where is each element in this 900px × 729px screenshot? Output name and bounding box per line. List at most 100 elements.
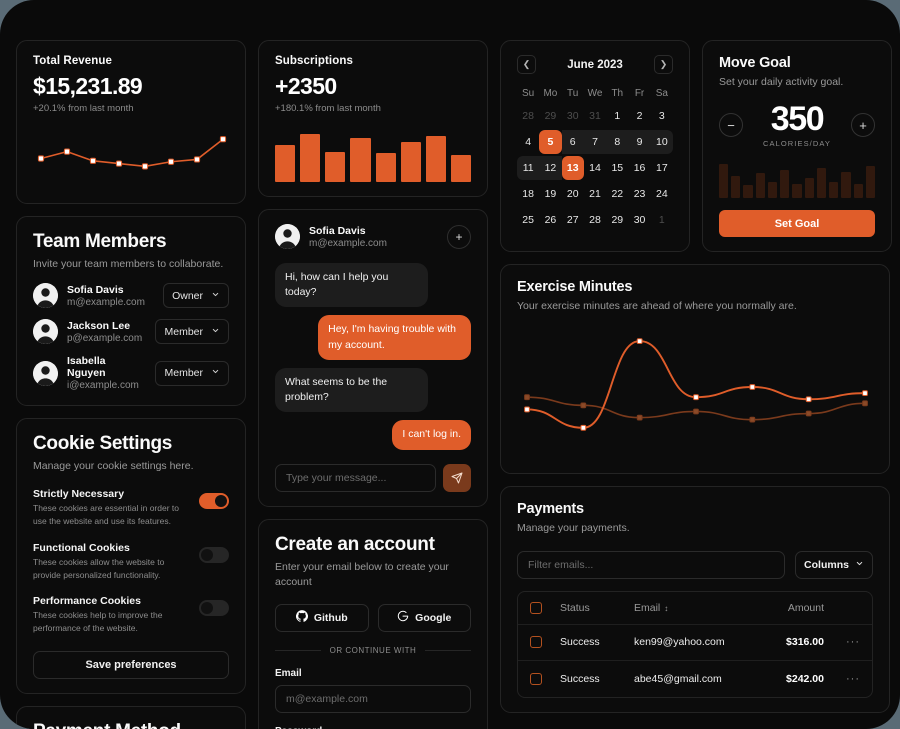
calendar-day[interactable]: 2 (628, 104, 650, 128)
total-revenue-delta: +20.1% from last month (33, 103, 134, 114)
calendar-day[interactable]: 27 (562, 208, 584, 232)
subscriptions-card: Subscriptions +2350 +180.1% from last mo… (258, 40, 488, 197)
calendar-day[interactable]: 13 (561, 156, 584, 180)
toggle-knob (201, 548, 213, 561)
increment-goal-button[interactable]: + (850, 113, 875, 138)
total-revenue-title: Total Revenue (33, 55, 113, 67)
columns-dropdown-button[interactable]: Columns (795, 550, 873, 579)
calendar-day[interactable]: 5 (539, 130, 562, 154)
table-row[interactable]: Success ken99@yahoo.com $316.00 ··· (518, 625, 872, 661)
calendar-day[interactable]: 20 (562, 182, 584, 206)
create-account-subtitle: Enter your email below to create your ac… (275, 560, 449, 588)
select-all-checkbox[interactable] (530, 601, 542, 614)
calendar-day[interactable]: 22 (606, 182, 628, 206)
calendar-day[interactable]: 29 (539, 104, 561, 128)
role-dropdown[interactable]: Owner (163, 283, 229, 309)
cookie-toggle[interactable] (199, 546, 229, 563)
calendar-day[interactable]: 24 (651, 182, 673, 206)
chat-card: Sofia Davis m@example.com + Hi, how can … (258, 209, 488, 507)
cookie-option-name: Strictly Necessary (33, 488, 125, 501)
role-dropdown[interactable]: Member (155, 360, 229, 386)
calendar-day[interactable]: 1 (606, 104, 628, 128)
cell-amount: $316.00 (786, 636, 824, 649)
chevron-right-icon[interactable]: ❯ (654, 55, 673, 74)
row-actions-button[interactable]: ··· (824, 636, 860, 648)
calendar-day[interactable]: 30 (562, 104, 584, 128)
bar (792, 183, 802, 199)
calendar-day[interactable]: 29 (606, 208, 628, 232)
calendar-day[interactable]: 31 (584, 104, 606, 128)
chevron-down-icon (211, 367, 220, 379)
move-goal-value: 350 (770, 100, 825, 139)
move-goal-card: Move Goal Set your daily activity goal. … (702, 40, 892, 253)
github-signin-button[interactable]: Github (275, 603, 369, 632)
cookie-option-row: Strictly Necessary These cookies are esse… (33, 488, 229, 528)
calendar-day[interactable]: 9 (628, 130, 651, 154)
calendar-day[interactable]: 4 (517, 130, 539, 154)
calendar-day[interactable]: 17 (651, 156, 673, 180)
team-members-list: Sofia Davis m@example.com Owner Jackson Lee… (33, 283, 229, 391)
cookie-toggle[interactable] (199, 493, 229, 510)
calendar-weekday: Th (611, 88, 624, 99)
calendar-day[interactable]: 7 (583, 130, 607, 154)
toggle-knob (201, 602, 213, 615)
calendar-day-grid: 28 29 30 31 1 2 3 4 5 6 7 8 9 10 11 12 13 14 15 16 17 18 19 20 2… (517, 104, 673, 232)
column-middle: Subscriptions +2350 +180.1% from last mo… (258, 40, 488, 729)
cookie-settings-card: Cookie Settings Manage your cookie setti… (16, 418, 246, 694)
right-top-row: ❮ June 2023 ❯ Su Mo Tu We Th Fr Sa 28 29 30 31 1 2 3… (500, 40, 892, 253)
row-actions-button[interactable]: ··· (824, 673, 860, 685)
calendar-day[interactable]: 26 (539, 208, 561, 232)
table-row[interactable]: Success abe45@gmail.com $242.00 ··· (518, 661, 872, 697)
calendar-day[interactable]: 28 (584, 208, 606, 232)
google-signin-button[interactable]: Google (377, 603, 471, 632)
calendar-day[interactable]: 23 (628, 182, 650, 206)
calendar-day[interactable]: 21 (584, 182, 606, 206)
subscriptions-delta: +180.1% from last month (275, 103, 381, 114)
role-dropdown[interactable]: Member (155, 319, 229, 345)
filter-emails-input[interactable] (517, 550, 785, 579)
chat-message: I can't log in. (392, 420, 471, 450)
calendar-day[interactable]: 19 (539, 182, 561, 206)
bar (816, 167, 827, 199)
calendar-day[interactable]: 16 (628, 156, 650, 180)
header-email[interactable]: Email ↕ (634, 602, 732, 614)
set-goal-button[interactable]: Set Goal (719, 210, 875, 238)
chevron-left-icon[interactable]: ❮ (517, 55, 536, 74)
send-icon[interactable] (443, 463, 471, 492)
row-checkbox[interactable] (530, 636, 542, 649)
calendar-day[interactable]: 18 (517, 182, 539, 206)
calendar-day[interactable]: 12 (539, 156, 562, 180)
calendar-day[interactable]: 25 (517, 208, 539, 232)
decrement-goal-button[interactable]: − (719, 113, 743, 138)
calendar-day[interactable]: 14 (584, 156, 606, 180)
payments-controls: Columns (517, 550, 873, 579)
role-label: Member (164, 325, 203, 338)
team-member-name: Sofia Davis (67, 283, 124, 296)
divider-line-left (275, 649, 321, 651)
calendar-day[interactable]: 28 (517, 104, 539, 128)
cell-amount: $242.00 (786, 672, 824, 685)
calendar-day[interactable]: 30 (628, 208, 650, 232)
google-label: Google (415, 611, 452, 624)
calendar-day[interactable]: 3 (651, 104, 673, 128)
bar (275, 144, 296, 182)
cookie-settings-title: Cookie Settings (33, 433, 173, 455)
new-chat-button[interactable]: + (447, 224, 471, 249)
bar (450, 154, 471, 182)
calendar-day[interactable]: 15 (606, 156, 628, 180)
calendar-day[interactable]: 1 (651, 208, 673, 232)
calendar-day[interactable]: 10 (650, 130, 673, 154)
save-preferences-button[interactable]: Save preferences (33, 650, 229, 679)
chat-message-input[interactable] (275, 463, 436, 492)
header-status: Status (560, 601, 590, 614)
calendar-day[interactable]: 8 (606, 130, 629, 154)
calendar-day[interactable]: 6 (561, 130, 584, 154)
oauth-buttons: Github Google (275, 603, 471, 632)
oauth-divider: OR CONTINUE WITH (275, 646, 472, 655)
row-checkbox[interactable] (530, 672, 542, 685)
cookie-toggle[interactable] (199, 600, 229, 617)
calendar-day[interactable]: 11 (517, 156, 540, 180)
move-goal-stepper: − 350 CALORIES/DAY + (719, 102, 875, 148)
calendar-header: ❮ June 2023 ❯ (517, 55, 673, 74)
email-field[interactable] (275, 684, 471, 713)
